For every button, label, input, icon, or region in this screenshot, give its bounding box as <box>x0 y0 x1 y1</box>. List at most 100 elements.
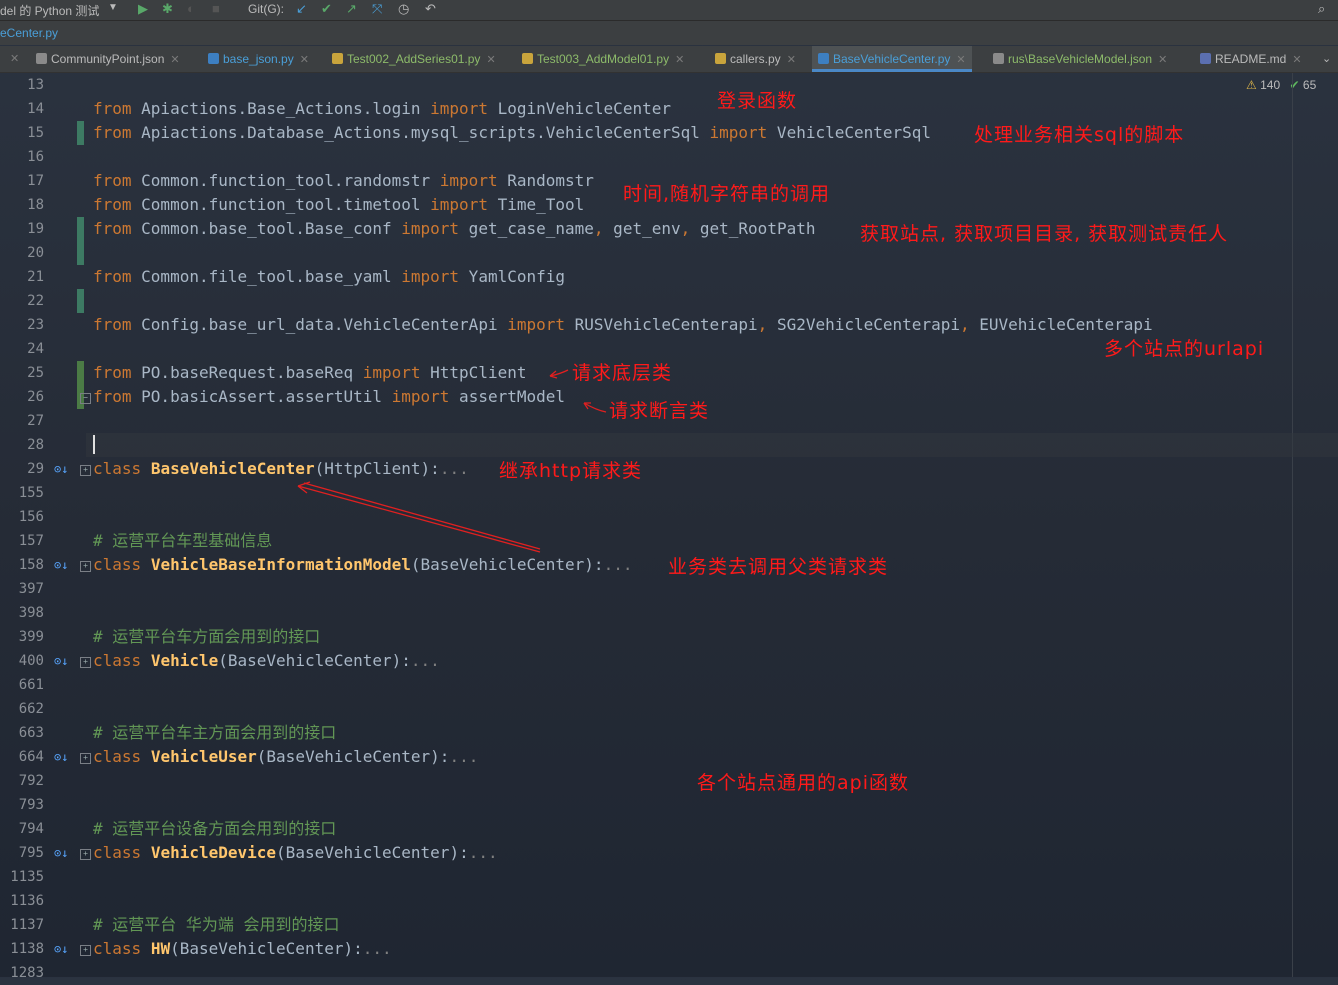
tab-label: README.md <box>1215 52 1287 66</box>
line-number: 14 <box>27 101 44 117</box>
line-number: 400 <box>18 653 44 669</box>
close-icon[interactable]: ✕ <box>1292 54 1301 66</box>
code-line[interactable]: from Common.function_tool.randomstr impo… <box>93 169 594 193</box>
code-line[interactable]: # 运营平台设备方面会用到的接口 <box>93 817 336 841</box>
close-icon[interactable]: ✕ <box>486 54 495 66</box>
code-line[interactable]: # 运营平台车方面会用到的接口 <box>93 625 320 649</box>
tab-label: Test003_AddModel01.py <box>537 52 670 66</box>
close-icon[interactable]: ✕ <box>675 54 684 66</box>
line-number: 28 <box>27 437 44 453</box>
chevron-down-icon[interactable]: ▼ <box>108 2 118 13</box>
code-line[interactable]: class BaseVehicleCenter(HttpClient):... <box>93 457 469 481</box>
annotation-http-base: 请求底层类 <box>572 362 673 384</box>
fold-expand-icon[interactable]: + <box>80 753 91 764</box>
close-icon[interactable]: ✕ <box>787 54 796 66</box>
tab-label: BaseVehicleCenter.py <box>833 52 951 66</box>
git-push-icon[interactable]: ↗ <box>346 1 357 17</box>
fold-expand-icon[interactable]: + <box>80 657 91 668</box>
code-line[interactable]: from PO.baseRequest.baseReq import HttpC… <box>93 361 526 385</box>
inspection-widget[interactable]: ⚠ 140 ✔ 65 <box>1246 78 1316 92</box>
close-icon[interactable]: ✕ <box>10 46 19 72</box>
breadcrumb: eCenter.py <box>0 21 1338 45</box>
chevron-down-icon[interactable]: ⌄ <box>1322 46 1331 72</box>
search-icon[interactable]: ⌕ <box>1318 1 1325 17</box>
current-line-highlight <box>86 433 1338 457</box>
line-number: 17 <box>27 173 44 189</box>
git-commit-icon[interactable]: ✔ <box>321 1 332 17</box>
tab-communitypoint-json[interactable]: CommunityPoint.json ✕ <box>36 46 180 72</box>
weak-warning-count: 65 <box>1302 78 1317 92</box>
vcs-change-marker[interactable] <box>77 289 84 313</box>
history-icon[interactable]: ◷ <box>398 1 409 17</box>
line-number: 794 <box>18 821 44 837</box>
code-line[interactable]: from Apiactions.Base_Actions.login impor… <box>93 97 671 121</box>
close-icon[interactable]: ✕ <box>1158 54 1167 66</box>
overridden-method-icon[interactable]: ⊙↓ <box>54 841 68 865</box>
tab-callers-py[interactable]: callers.py ✕ <box>715 46 796 72</box>
check-icon: ✔ <box>1289 78 1300 92</box>
fold-expand-icon[interactable]: + <box>80 849 91 860</box>
rollback-icon[interactable]: ↶ <box>425 1 436 17</box>
fold-expand-icon[interactable]: + <box>80 561 91 572</box>
line-number: 399 <box>18 629 44 645</box>
code-line[interactable]: # 运营平台 华为端 会用到的接口 <box>93 913 340 937</box>
line-number: 18 <box>27 197 44 213</box>
line-number: 19 <box>27 221 44 237</box>
fold-collapse-icon[interactable]: − <box>80 393 91 404</box>
close-icon[interactable]: ✕ <box>300 54 309 66</box>
json-file-icon <box>36 53 47 64</box>
debug-icon[interactable]: ✱ <box>162 1 173 17</box>
line-number: 13 <box>27 77 44 93</box>
tab-basevehiclecenter-py[interactable]: BaseVehicleCenter.py ✕ <box>812 46 972 72</box>
code-line[interactable]: from Apiactions.Database_Actions.mysql_s… <box>93 121 931 145</box>
overridden-method-icon[interactable]: ⊙↓ <box>54 457 68 481</box>
right-margin-guide <box>1292 73 1293 977</box>
overridden-method-icon[interactable]: ⊙↓ <box>54 649 68 673</box>
stop-icon[interactable]: ■ <box>212 1 220 17</box>
code-line[interactable]: class Vehicle(BaseVehicleCenter):... <box>93 649 440 673</box>
git-merge-icon[interactable]: ⤧ <box>372 1 382 17</box>
run-config-selector[interactable]: del 的 Python 测试 <box>0 2 99 19</box>
code-line[interactable]: # 运营平台车型基础信息 <box>93 529 272 553</box>
arrow-business-to-base <box>297 485 541 553</box>
line-number: 22 <box>27 293 44 309</box>
code-line[interactable]: class VehicleBaseInformationModel(BaseVe… <box>93 553 632 577</box>
code-line[interactable]: from Common.function_tool.timetool impor… <box>93 193 584 217</box>
line-number: 795 <box>18 845 44 861</box>
annotation-env: 获取站点, 获取项目目录, 获取测试责任人 <box>860 223 1229 245</box>
code-line[interactable]: from Common.file_tool.base_yaml import Y… <box>93 265 565 289</box>
code-line[interactable]: class VehicleDevice(BaseVehicleCenter):.… <box>93 841 498 865</box>
overridden-method-icon[interactable]: ⊙↓ <box>54 745 68 769</box>
python-file-icon <box>818 53 829 64</box>
tab-test002[interactable]: Test002_AddSeries01.py ✕ <box>332 46 496 72</box>
git-update-icon[interactable]: ↙ <box>296 1 307 17</box>
line-number: 158 <box>18 557 44 573</box>
code-line[interactable]: from Common.base_tool.Base_conf import g… <box>93 217 815 241</box>
markdown-file-icon <box>1200 53 1211 64</box>
line-number: 398 <box>18 605 44 621</box>
line-number: 24 <box>27 341 44 357</box>
tab-readme-md[interactable]: README.md ✕ <box>1200 46 1302 72</box>
tab-rus-basevehiclemodel-json[interactable]: rus\BaseVehicleModel.json ✕ <box>993 46 1167 72</box>
coverage-icon[interactable]: ◐ <box>187 1 195 17</box>
vcs-change-marker[interactable] <box>77 121 84 145</box>
annotation-urlapi: 多个站点的urlapi <box>1104 338 1265 360</box>
tab-test003[interactable]: Test003_AddModel01.py ✕ <box>522 46 684 72</box>
close-icon[interactable]: ✕ <box>170 54 179 66</box>
code-line[interactable]: from Config.base_url_data.VehicleCenterA… <box>93 313 1153 337</box>
fold-expand-icon[interactable]: + <box>80 465 91 476</box>
code-line[interactable]: class HW(BaseVehicleCenter):... <box>93 937 392 961</box>
run-icon[interactable]: ▶ <box>138 1 148 17</box>
breadcrumb-file[interactable]: eCenter.py <box>0 26 58 40</box>
overridden-method-icon[interactable]: ⊙↓ <box>54 553 68 577</box>
code-line[interactable]: from PO.basicAssert.assertUtil import as… <box>93 385 565 409</box>
overridden-method-icon[interactable]: ⊙↓ <box>54 937 68 961</box>
fold-expand-icon[interactable]: + <box>80 945 91 956</box>
close-icon[interactable]: ✕ <box>956 54 965 66</box>
line-number: 27 <box>27 413 44 429</box>
code-line[interactable]: class VehicleUser(BaseVehicleCenter):... <box>93 745 478 769</box>
warning-count: 140 <box>1260 78 1281 92</box>
code-line[interactable]: # 运营平台车主方面会用到的接口 <box>93 721 336 745</box>
vcs-change-marker[interactable] <box>77 217 84 265</box>
tab-base-json-py[interactable]: base_json.py ✕ <box>208 46 309 72</box>
